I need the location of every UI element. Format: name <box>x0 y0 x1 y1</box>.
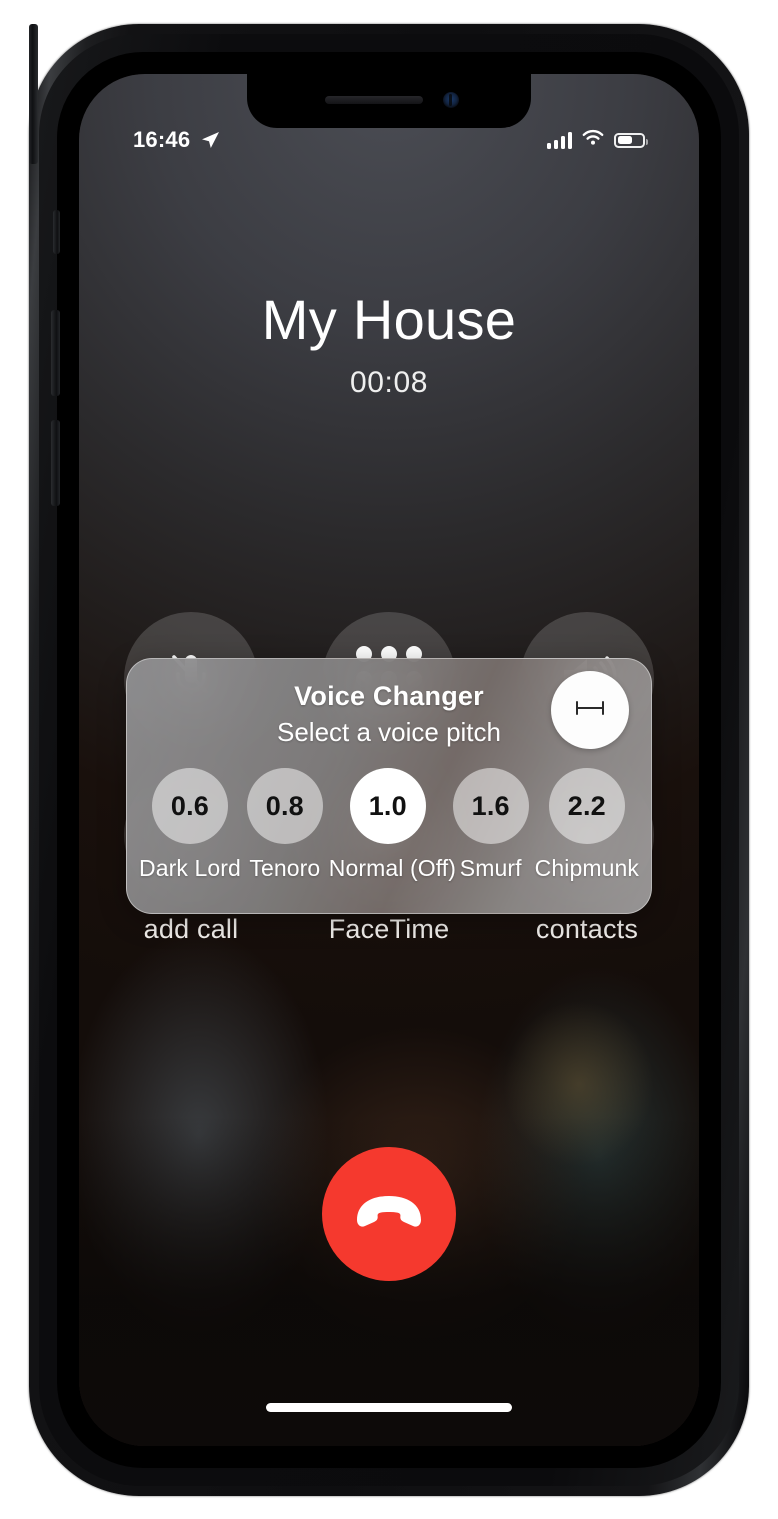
pitch-value-smurf[interactable]: 1.6 <box>452 768 529 844</box>
voice-changer-panel: Voice Changer Select a voice pitch 0.6 D… <box>126 658 652 914</box>
pitch-option-tenoro[interactable]: 0.8 Tenoro <box>241 768 329 882</box>
voice-pitch-options: 0.6 Dark Lord 0.8 Tenoro 1.0 Normal (Off… <box>127 748 651 882</box>
end-call-button[interactable] <box>322 1147 456 1281</box>
phone-bezel: 16:46 My House 00:08 add call FaceTime c… <box>57 52 721 1468</box>
phone-device-frame: 16:46 My House 00:08 add call FaceTime c… <box>29 24 749 1496</box>
status-bar-right <box>547 129 648 152</box>
battery-fill <box>617 136 632 144</box>
facetime-label: FaceTime <box>328 914 450 944</box>
phone-screen: 16:46 My House 00:08 add call FaceTime c… <box>79 74 699 1446</box>
front-camera-icon <box>443 92 459 108</box>
pitch-value-tenoro[interactable]: 0.8 <box>246 768 323 844</box>
voice-changer-header: Voice Changer Select a voice pitch <box>127 659 651 749</box>
contacts-label: contacts <box>535 914 639 944</box>
status-bar-left: 16:46 <box>133 127 221 153</box>
pitch-option-chipmunk[interactable]: 2.2 Chipmunk <box>535 768 639 882</box>
battery-icon <box>614 132 648 148</box>
phone-frame-inner: 16:46 My House 00:08 add call FaceTime c… <box>39 34 739 1486</box>
pitch-value-normal[interactable]: 1.0 <box>349 768 426 844</box>
screenshot-root: 16:46 My House 00:08 add call FaceTime c… <box>0 0 778 1519</box>
pitch-label-dark-lord: Dark Lord <box>139 855 241 881</box>
pitch-label-normal: Normal (Off) <box>328 855 457 881</box>
wifi-icon <box>581 129 605 152</box>
power-button[interactable] <box>29 24 38 164</box>
add-call-label: add call <box>143 914 239 944</box>
call-duration: 00:08 <box>349 366 429 400</box>
earpiece-speaker <box>325 96 423 104</box>
volume-up-button[interactable] <box>51 310 60 396</box>
volume-down-button[interactable] <box>51 420 60 506</box>
resize-handle-icon <box>573 698 607 723</box>
cellular-bars-icon <box>547 131 572 149</box>
pitch-option-smurf[interactable]: 1.6 Smurf <box>447 768 535 882</box>
pitch-label-tenoro: Tenoro <box>249 855 321 881</box>
device-notch <box>247 74 531 128</box>
caller-name: My House <box>261 288 517 351</box>
pitch-label-chipmunk: Chipmunk <box>534 855 639 881</box>
silence-switch[interactable] <box>53 210 60 254</box>
pitch-option-dark-lord[interactable]: 0.6 Dark Lord <box>139 768 241 882</box>
resize-handle-button[interactable] <box>551 671 629 749</box>
home-indicator[interactable] <box>266 1403 512 1412</box>
battery-cap <box>645 139 648 145</box>
caller-info: My House 00:08 <box>79 288 699 400</box>
location-arrow-icon <box>199 129 221 151</box>
pitch-value-dark-lord[interactable]: 0.6 <box>151 768 228 844</box>
pitch-label-smurf: Smurf <box>459 855 522 881</box>
pitch-value-chipmunk[interactable]: 2.2 <box>548 768 625 844</box>
end-call-icon <box>351 1186 427 1243</box>
status-bar-time: 16:46 <box>133 127 191 152</box>
pitch-option-normal[interactable]: 1.0 Normal (Off) <box>328 768 457 882</box>
